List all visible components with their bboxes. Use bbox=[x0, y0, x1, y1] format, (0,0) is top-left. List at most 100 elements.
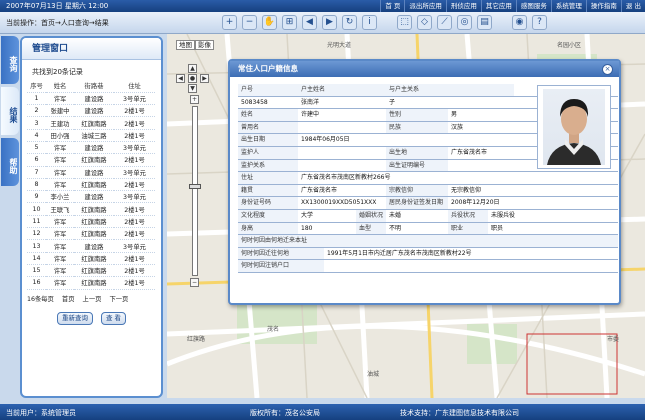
tab-help[interactable]: 帮助 bbox=[1, 138, 19, 186]
zoom-slider-handle[interactable] bbox=[189, 184, 201, 189]
table-row[interactable]: 5 许军 建设路 3号单元 bbox=[27, 141, 155, 155]
field-label: 身高 bbox=[238, 222, 298, 235]
back-icon[interactable]: ◀ bbox=[302, 15, 317, 30]
nav-home[interactable]: 首 页 bbox=[380, 0, 404, 12]
field-value: 180 bbox=[301, 224, 313, 232]
table-row[interactable]: 6 许军 红旗南路 2楼1号 bbox=[27, 153, 155, 167]
prev-page-link[interactable]: 上一页 bbox=[83, 296, 102, 303]
map-label: 名园小区 bbox=[557, 42, 582, 49]
table-row[interactable]: 12 许军 红旗南路 2楼1号 bbox=[27, 227, 155, 241]
globe-icon[interactable]: ◉ bbox=[512, 15, 527, 30]
table-cell: 红旗南路 bbox=[74, 153, 114, 167]
info-row: 身高 180 血型 不明 职业 职员 bbox=[238, 222, 618, 236]
table-cell: 2楼1号 bbox=[114, 252, 155, 265]
print-icon[interactable]: ▤ bbox=[477, 15, 492, 30]
close-icon[interactable]: × bbox=[602, 64, 613, 75]
field-label: 监护关系 bbox=[238, 159, 298, 172]
info-icon[interactable]: i bbox=[362, 15, 377, 30]
table-row[interactable]: 9 李小兰 建设路 3号单元 bbox=[27, 190, 155, 204]
pager: 16条每页 首页 上一页 下一页 bbox=[27, 294, 161, 303]
table-cell: 3号单元 bbox=[114, 141, 155, 155]
field-label: 姓名 bbox=[238, 109, 298, 121]
measure-icon[interactable]: ⟋ bbox=[437, 15, 452, 30]
field-label: 文化程度 bbox=[238, 209, 298, 222]
nav-guide[interactable]: 操作指南 bbox=[585, 0, 621, 12]
table-row[interactable]: 8 许军 红旗南路 2楼1号 bbox=[27, 178, 155, 192]
pan-hand-icon[interactable]: ✋ bbox=[262, 15, 277, 30]
select-icon[interactable]: ⬚ bbox=[397, 15, 412, 30]
pan-center-icon[interactable]: ● bbox=[188, 74, 197, 83]
forward-icon[interactable]: ▶ bbox=[322, 15, 337, 30]
nav-exit[interactable]: 退 出 bbox=[620, 0, 645, 12]
table-cell: 红旗南路 bbox=[74, 227, 114, 241]
zoom-in-icon[interactable]: + bbox=[222, 15, 237, 30]
field-label: 兵役状况 bbox=[448, 209, 488, 222]
table-row[interactable]: 4 田小强 油城三路 2楼1号 bbox=[27, 129, 155, 142]
table-row[interactable]: 16 许军 红旗南路 2楼1号 bbox=[27, 276, 155, 290]
copyright: 版权所有：茂名公安局 bbox=[250, 409, 320, 417]
field-value: 大学 bbox=[301, 211, 314, 219]
table-cell: 许军 bbox=[46, 239, 74, 253]
table-row[interactable]: 13 许军 建设路 3号单元 bbox=[27, 239, 155, 253]
view-button[interactable]: 查 看 bbox=[100, 311, 127, 325]
tab-map[interactable]: 地图 bbox=[176, 40, 195, 50]
field-label: 血型 bbox=[356, 222, 386, 235]
refresh-icon[interactable]: ↻ bbox=[342, 15, 357, 30]
table-row[interactable]: 1 许军 建设路 3号单元 bbox=[27, 92, 155, 106]
table-row[interactable]: 11 许军 红旗南路 2楼1号 bbox=[27, 215, 155, 229]
table-row[interactable]: 15 许军 红旗南路 2楼1号 bbox=[27, 264, 155, 278]
table-cell: 6 bbox=[27, 153, 46, 167]
table-row[interactable]: 7 许军 建设路 3号单元 bbox=[27, 166, 155, 179]
table-cell: 许军 bbox=[46, 153, 74, 167]
table-row[interactable]: 3 王建功 红旗南路 2楼1号 bbox=[27, 116, 155, 130]
table-cell: 红旗南路 bbox=[74, 264, 114, 278]
nav-system[interactable]: 系统管理 bbox=[550, 0, 586, 12]
tab-image[interactable]: 影像 bbox=[195, 40, 214, 50]
nav-criminal[interactable]: 刑侦应用 bbox=[445, 0, 481, 12]
locate-icon[interactable]: ◎ bbox=[457, 15, 472, 30]
table-cell: 许军 bbox=[46, 215, 74, 229]
next-page-link[interactable]: 下一页 bbox=[109, 296, 128, 303]
pan-left-icon[interactable]: ◀ bbox=[176, 74, 185, 83]
tab-query[interactable]: 查询 bbox=[1, 36, 19, 84]
field-label: 职业 bbox=[448, 222, 488, 235]
table-cell: 红旗南路 bbox=[74, 215, 114, 229]
table-cell: 3号单元 bbox=[114, 190, 155, 204]
column-header: 街路巷 bbox=[74, 80, 114, 93]
table-cell: 2楼1号 bbox=[114, 178, 155, 192]
zoom-slider[interactable] bbox=[192, 106, 198, 276]
table-row[interactable]: 2 张建中 建设路 2楼1号 bbox=[27, 104, 155, 118]
requery-button[interactable]: 重新查询 bbox=[56, 311, 93, 325]
pan-right-icon[interactable]: ▶ bbox=[200, 74, 209, 83]
table-cell: 建设路 bbox=[74, 141, 114, 155]
current-user: 当前用户：系统管理员 bbox=[6, 409, 76, 417]
zoom-minus-icon[interactable]: − bbox=[190, 278, 199, 287]
table-cell: 9 bbox=[27, 190, 46, 204]
field-value: 汉族 bbox=[451, 123, 464, 131]
table-row[interactable]: 10 王联飞 红旗南路 2楼1号 bbox=[27, 202, 155, 216]
help-icon[interactable]: ? bbox=[532, 15, 547, 30]
field-label: 宗教信仰 bbox=[386, 184, 448, 197]
person-photo bbox=[543, 89, 605, 165]
table-cell: 许军 bbox=[46, 92, 74, 106]
table-row[interactable]: 14 许军 红旗南路 2楼1号 bbox=[27, 252, 155, 265]
table-cell: 1 bbox=[27, 92, 46, 106]
field-label: 出生地 bbox=[386, 146, 448, 159]
first-page-link[interactable]: 首页 bbox=[62, 296, 75, 303]
nav-police-station[interactable]: 派出所应用 bbox=[404, 0, 446, 12]
table-cell: 油城三路 bbox=[74, 129, 114, 142]
nav-other[interactable]: 其它应用 bbox=[480, 0, 516, 12]
nav-map-service[interactable]: 感图服务 bbox=[515, 0, 551, 12]
tech-support: 技术支持：广东建图信息技术有限公司 bbox=[400, 409, 519, 417]
tab-results[interactable]: 结果 bbox=[1, 87, 19, 135]
zoom-out-icon[interactable]: − bbox=[242, 15, 257, 30]
field-label: 婚姻状况 bbox=[356, 209, 386, 222]
pan-up-icon[interactable]: ▲ bbox=[188, 64, 197, 73]
full-extent-icon[interactable]: ⊞ bbox=[282, 15, 297, 30]
erase-icon[interactable]: ◇ bbox=[417, 15, 432, 30]
zoom-plus-icon[interactable]: + bbox=[190, 95, 199, 104]
field-value: 张南洋 bbox=[301, 98, 320, 106]
pan-down-icon[interactable]: ▼ bbox=[188, 84, 197, 93]
field-label: 身份证号码 bbox=[238, 197, 298, 209]
table-cell: 许军 bbox=[46, 178, 74, 192]
